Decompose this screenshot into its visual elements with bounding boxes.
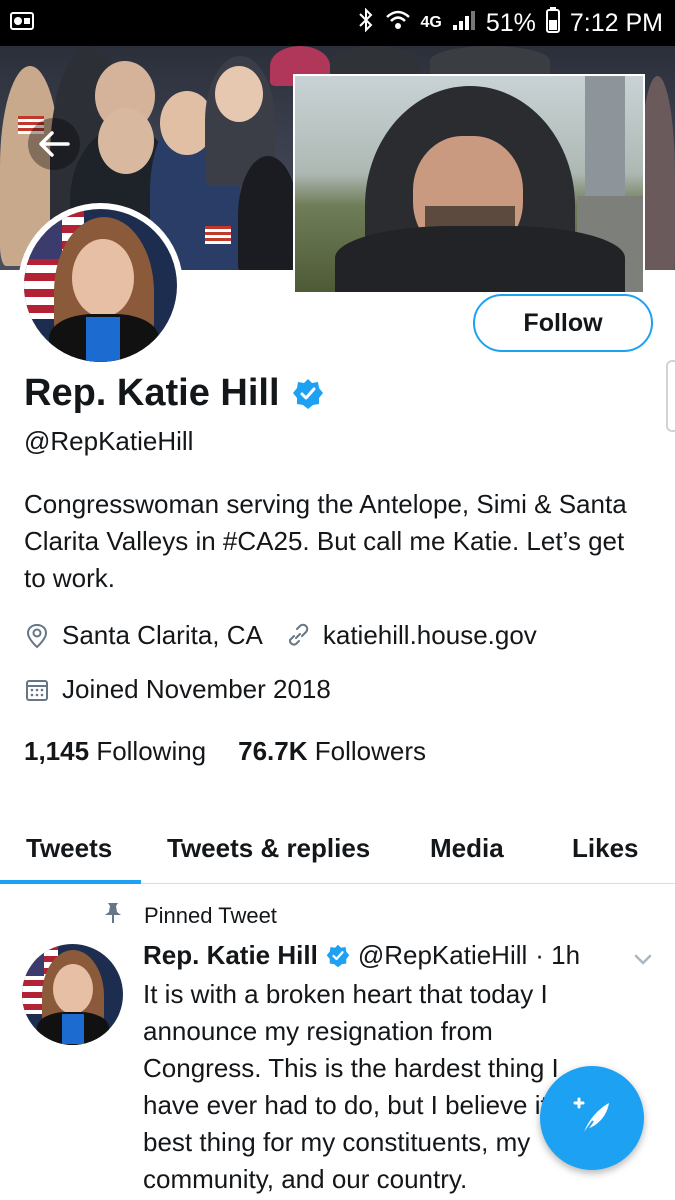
- profile-joined-row: Joined November 2018: [24, 674, 331, 705]
- battery-icon: [545, 6, 560, 40]
- tweet-author-name[interactable]: Rep. Katie Hill: [143, 940, 318, 971]
- location-pin-icon: [24, 623, 50, 649]
- tab-likes[interactable]: Likes: [572, 812, 639, 884]
- active-tab-indicator: [0, 880, 141, 884]
- tweet-author-handle[interactable]: @RepKatieHill: [358, 940, 527, 971]
- tweet-menu-chevron-down-icon[interactable]: [632, 948, 654, 970]
- tweet-author-avatar[interactable]: [22, 944, 123, 1045]
- profile-handle: @RepKatieHill: [24, 426, 194, 456]
- follow-button[interactable]: Follow: [473, 294, 653, 352]
- arrow-left-icon: [39, 131, 70, 157]
- video-overlay[interactable]: [293, 74, 645, 294]
- follow-counts: 1,145 Following 76.7K Followers: [24, 736, 426, 767]
- profile-tabs: Tweets Tweets & replies Media Likes: [0, 812, 675, 884]
- pin-icon: [104, 902, 130, 930]
- profile-name: Rep. Katie Hill: [24, 372, 280, 414]
- network-type: 4G: [420, 14, 442, 31]
- tab-tweets[interactable]: Tweets: [26, 812, 112, 884]
- scroll-indicator[interactable]: [666, 360, 675, 432]
- profile-joined-date: Joined November 2018: [62, 674, 331, 704]
- following-label: Following: [96, 736, 207, 766]
- verified-badge-icon: [326, 944, 350, 967]
- pinned-tweet-label: Pinned Tweet: [144, 903, 277, 928]
- tab-tweets-replies[interactable]: Tweets & replies: [167, 812, 370, 884]
- profile-name-row: Rep. Katie Hill: [24, 372, 324, 415]
- clock: 7:12 PM: [569, 8, 663, 37]
- notification-icon: [10, 10, 34, 32]
- profile-avatar[interactable]: [18, 203, 183, 368]
- bluetooth-icon: [357, 7, 375, 39]
- profile-meta-row: Santa Clarita, CA katiehill.house.gov: [24, 620, 537, 651]
- following-count-link[interactable]: 1,145 Following: [24, 736, 206, 767]
- following-count: 1,145: [24, 736, 90, 766]
- status-bar: 4G 51% 7:12 PM: [0, 0, 675, 46]
- followers-count-link[interactable]: 76.7K Followers: [238, 736, 426, 767]
- battery-percent: 51%: [485, 8, 536, 37]
- profile-bio: Congresswoman serving the Antelope, Simi…: [24, 489, 627, 593]
- calendar-icon: [24, 677, 50, 703]
- tweet-text-line: announce my resignation from: [143, 1016, 493, 1046]
- signal-icon: [452, 9, 476, 38]
- profile-location: Santa Clarita, CA: [62, 620, 263, 650]
- followers-label: Followers: [314, 736, 427, 766]
- back-button[interactable]: [28, 118, 80, 170]
- tweet-header: Rep. Katie Hill @RepKatieHill · 1h: [143, 940, 580, 971]
- tweet-timestamp: · 1h: [535, 940, 581, 970]
- link-icon: [285, 623, 311, 649]
- tweet-text-line: It is with a broken heart that today I: [143, 979, 548, 1009]
- pinned-tweet-header: Pinned Tweet: [104, 902, 277, 930]
- followers-count: 76.7K: [238, 736, 308, 766]
- compose-tweet-button[interactable]: [540, 1066, 644, 1170]
- compose-feather-icon: [573, 1097, 609, 1136]
- profile-website-link[interactable]: katiehill.house.gov: [323, 620, 537, 651]
- wifi-icon: [385, 9, 411, 38]
- verified-badge-icon: [292, 378, 323, 409]
- tab-media[interactable]: Media: [430, 812, 504, 884]
